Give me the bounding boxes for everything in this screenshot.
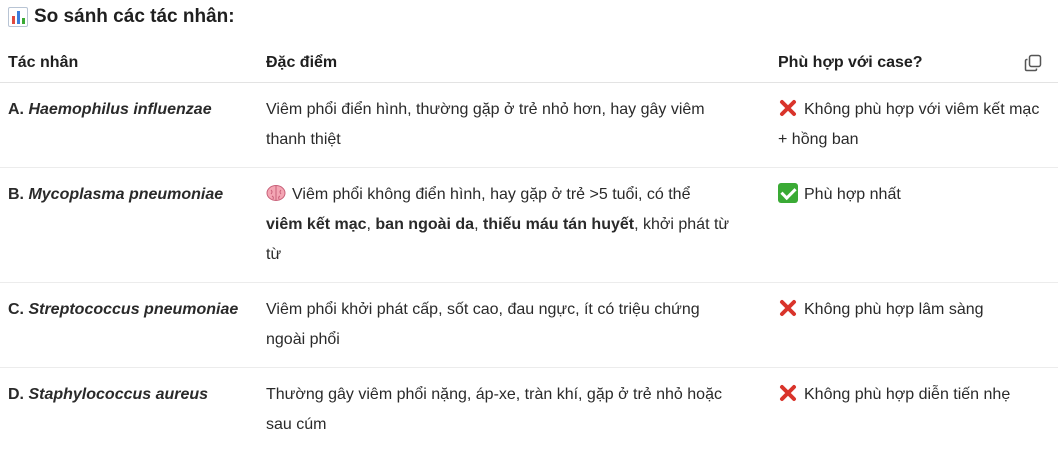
- table-row: A. Haemophilus influenzae Viêm phổi điển …: [0, 82, 1058, 168]
- features-text: Viêm phổi không điển hình, hay gặp ở trẻ…: [292, 186, 691, 203]
- comparison-table: Tác nhân Đặc điểm Phù hợp với case? A. H…: [0, 44, 1058, 452]
- fit-cell: Không phù hợp lâm sàng: [738, 282, 1058, 368]
- features-cell: Viêm phổi không điển hình, hay gặp ở trẻ…: [250, 167, 738, 283]
- cross-mark-icon: [780, 385, 796, 401]
- agent-cell: A. Haemophilus influenzae: [0, 82, 250, 168]
- agent-prefix: A.: [8, 101, 29, 118]
- features-highlight: thiếu máu tán huyết: [482, 216, 635, 233]
- fit-text: Không phù hợp diễn tiến nhẹ: [804, 386, 1011, 403]
- features-text: ,: [474, 216, 483, 233]
- features-text: Viêm phổi điển hình, thường gặp ở trẻ nh…: [266, 101, 705, 148]
- features-cell: Thường gây viêm phổi nặng, áp-xe, tràn k…: [250, 368, 738, 453]
- brain-icon: [266, 185, 286, 201]
- table-row: C. Streptococcus pneumoniae Viêm phổi khở…: [0, 282, 1058, 368]
- agent-cell: D. Staphylococcus aureus: [0, 368, 250, 453]
- features-text: Thường gây viêm phổi nặng, áp-xe, tràn k…: [266, 386, 722, 433]
- fit-text: Không phù hợp với viêm kết mạc + hồng ba…: [778, 101, 1040, 148]
- agent-name: Staphylococcus aureus: [28, 386, 209, 403]
- section-heading-text: So sánh các tác nhân:: [34, 6, 235, 27]
- agent-name: Haemophilus influenzae: [28, 101, 212, 118]
- agent-prefix: D.: [8, 386, 29, 403]
- agent-prefix: B.: [8, 186, 29, 203]
- section-heading: So sánh các tác nhân:: [8, 6, 235, 28]
- fit-cell: Không phù hợp diễn tiến nhẹ: [738, 368, 1058, 453]
- table-row: B. Mycoplasma pneumoniae Viêm phổi không …: [0, 167, 1058, 283]
- agent-name: Streptococcus pneumoniae: [28, 301, 239, 318]
- table-row: D. Staphylococcus aureus Thường gây viêm …: [0, 368, 1058, 453]
- header-fit: Phù hợp với case?: [738, 44, 1058, 83]
- check-mark-icon: [778, 183, 798, 203]
- agent-name: Mycoplasma pneumoniae: [28, 186, 224, 203]
- fit-cell: Không phù hợp với viêm kết mạc + hồng ba…: [738, 82, 1058, 168]
- agent-cell: B. Mycoplasma pneumoniae: [0, 167, 250, 283]
- features-cell: Viêm phổi khởi phát cấp, sốt cao, đau ng…: [250, 282, 738, 368]
- features-cell: Viêm phổi điển hình, thường gặp ở trẻ nh…: [250, 82, 738, 168]
- features-text: Viêm phổi khởi phát cấp, sốt cao, đau ng…: [266, 301, 700, 348]
- table-header-row: Tác nhân Đặc điểm Phù hợp với case?: [0, 44, 1058, 83]
- features-highlight: viêm kết mạc: [266, 216, 367, 233]
- agent-cell: C. Streptococcus pneumoniae: [0, 282, 250, 368]
- bar-chart-icon: [8, 7, 28, 27]
- header-agent: Tác nhân: [0, 44, 250, 83]
- fit-text: Phù hợp nhất: [804, 186, 901, 203]
- cross-mark-icon: [780, 100, 796, 116]
- header-features: Đặc điểm: [250, 44, 738, 83]
- fit-cell: Phù hợp nhất: [738, 167, 1058, 283]
- cross-mark-icon: [780, 300, 796, 316]
- fit-text: Không phù hợp lâm sàng: [804, 301, 984, 318]
- agent-prefix: C.: [8, 301, 29, 318]
- features-highlight: ban ngoài da: [375, 216, 475, 233]
